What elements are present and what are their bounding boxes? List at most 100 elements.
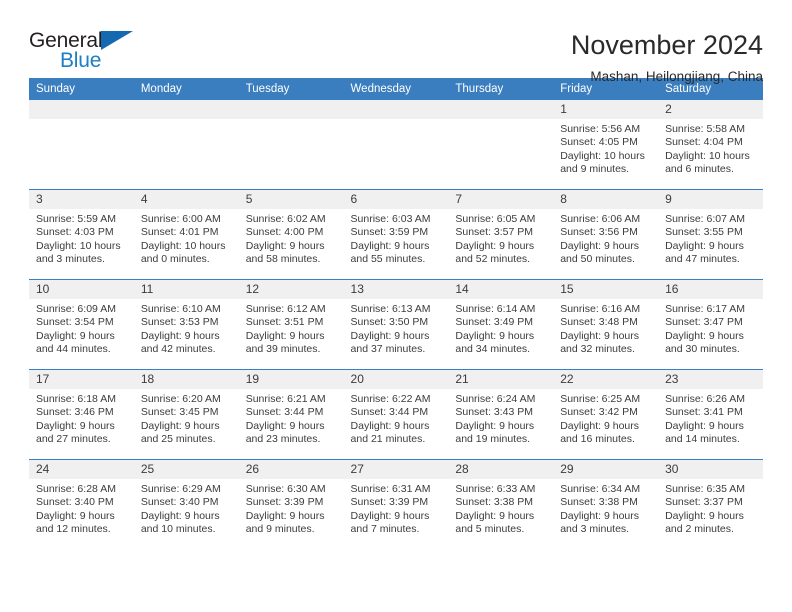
daylight-text: Daylight: 9 hours and 42 minutes. bbox=[140, 329, 220, 356]
day-cell-inner: 10 Sunrise: 6:09 AM Sunset: 3:54 PM Dayl… bbox=[29, 280, 134, 369]
day-cell[interactable]: 23 Sunrise: 6:26 AM Sunset: 3:41 PM Dayl… bbox=[658, 369, 763, 460]
day-info: Sunrise: 6:18 AM Sunset: 3:46 PM Dayligh… bbox=[29, 389, 134, 447]
day-info: Sunrise: 6:24 AM Sunset: 3:43 PM Dayligh… bbox=[448, 389, 553, 447]
day-cell[interactable]: 9 Sunrise: 6:07 AM Sunset: 3:55 PM Dayli… bbox=[658, 189, 763, 280]
sunrise-text: Sunrise: 6:29 AM bbox=[140, 483, 221, 495]
sunrise-text: Sunrise: 6:33 AM bbox=[455, 483, 536, 495]
week-row: 24 Sunrise: 6:28 AM Sunset: 3:40 PM Dayl… bbox=[29, 459, 763, 549]
day-cell[interactable]: 11 Sunrise: 6:10 AM Sunset: 3:53 PM Dayl… bbox=[133, 279, 239, 370]
general-blue-logo[interactable]: General Blue bbox=[29, 29, 147, 77]
daylight-text: Daylight: 9 hours and 23 minutes. bbox=[245, 419, 325, 446]
triangle-icon bbox=[101, 31, 133, 50]
day-cell-inner: 19 Sunrise: 6:21 AM Sunset: 3:44 PM Dayl… bbox=[238, 370, 344, 459]
day-info: Sunrise: 6:31 AM Sunset: 3:39 PM Dayligh… bbox=[344, 479, 449, 537]
day-cell[interactable]: 24 Sunrise: 6:28 AM Sunset: 3:40 PM Dayl… bbox=[29, 459, 134, 549]
day-cell[interactable]: 28 Sunrise: 6:33 AM Sunset: 3:38 PM Dayl… bbox=[448, 459, 554, 549]
day-cell[interactable]: 17 Sunrise: 6:18 AM Sunset: 3:46 PM Dayl… bbox=[29, 369, 134, 460]
sunrise-text: Sunrise: 6:10 AM bbox=[140, 303, 221, 315]
day-info: Sunrise: 6:22 AM Sunset: 3:44 PM Dayligh… bbox=[344, 389, 449, 447]
day-cell-inner: 20 Sunrise: 6:22 AM Sunset: 3:44 PM Dayl… bbox=[343, 370, 449, 459]
day-cell[interactable]: 16 Sunrise: 6:17 AM Sunset: 3:47 PM Dayl… bbox=[658, 279, 763, 370]
sunset-text: Sunset: 4:03 PM bbox=[36, 226, 114, 239]
daylight-text: Daylight: 9 hours and 52 minutes. bbox=[455, 239, 535, 266]
day-cell[interactable]: 21 Sunrise: 6:24 AM Sunset: 3:43 PM Dayl… bbox=[448, 369, 554, 460]
day-cell[interactable]: 19 Sunrise: 6:21 AM Sunset: 3:44 PM Dayl… bbox=[238, 369, 344, 460]
day-cell[interactable]: 3 Sunrise: 5:59 AM Sunset: 4:03 PM Dayli… bbox=[29, 189, 134, 280]
sunset-text: Sunset: 3:41 PM bbox=[665, 406, 743, 419]
sunrise-text: Sunrise: 6:06 AM bbox=[560, 213, 641, 225]
day-cell-inner: 15 Sunrise: 6:16 AM Sunset: 3:48 PM Dayl… bbox=[553, 280, 659, 369]
day-number: 3 bbox=[29, 190, 134, 209]
day-number: 29 bbox=[553, 460, 659, 479]
sunrise-text: Sunrise: 5:59 AM bbox=[36, 213, 116, 225]
daylight-text: Daylight: 9 hours and 5 minutes. bbox=[455, 509, 535, 536]
day-info: Sunrise: 5:59 AM Sunset: 4:03 PM Dayligh… bbox=[29, 209, 134, 267]
day-cell[interactable]: 2 Sunrise: 5:58 AM Sunset: 4:04 PM Dayli… bbox=[658, 100, 763, 190]
sunset-text: Sunset: 3:44 PM bbox=[245, 406, 324, 419]
day-info: Sunrise: 6:05 AM Sunset: 3:57 PM Dayligh… bbox=[448, 209, 553, 267]
day-number: 21 bbox=[448, 370, 554, 389]
day-number bbox=[133, 100, 239, 119]
day-cell[interactable]: 18 Sunrise: 6:20 AM Sunset: 3:45 PM Dayl… bbox=[133, 369, 239, 460]
sunrise-text: Sunrise: 6:26 AM bbox=[665, 393, 746, 405]
day-cell[interactable] bbox=[343, 100, 449, 190]
sunrise-text: Sunrise: 6:12 AM bbox=[245, 303, 326, 315]
day-cell-inner: 3 Sunrise: 5:59 AM Sunset: 4:03 PM Dayli… bbox=[29, 190, 134, 279]
day-number: 27 bbox=[343, 460, 449, 479]
sunset-text: Sunset: 3:37 PM bbox=[665, 496, 743, 509]
calendar-table: Sunday Monday Tuesday Wednesday Thursday… bbox=[29, 78, 763, 549]
day-cell[interactable]: 7 Sunrise: 6:05 AM Sunset: 3:57 PM Dayli… bbox=[448, 189, 554, 280]
day-cell[interactable]: 30 Sunrise: 6:35 AM Sunset: 3:37 PM Dayl… bbox=[658, 459, 763, 549]
day-number: 14 bbox=[448, 280, 554, 299]
day-cell[interactable]: 15 Sunrise: 6:16 AM Sunset: 3:48 PM Dayl… bbox=[553, 279, 659, 370]
daylight-text: Daylight: 9 hours and 9 minutes. bbox=[245, 509, 325, 536]
day-cell[interactable]: 26 Sunrise: 6:30 AM Sunset: 3:39 PM Dayl… bbox=[238, 459, 344, 549]
sunset-text: Sunset: 3:39 PM bbox=[245, 496, 324, 509]
day-number: 28 bbox=[448, 460, 554, 479]
day-cell[interactable]: 5 Sunrise: 6:02 AM Sunset: 4:00 PM Dayli… bbox=[238, 189, 344, 280]
day-cell[interactable]: 25 Sunrise: 6:29 AM Sunset: 3:40 PM Dayl… bbox=[133, 459, 239, 549]
day-cell-inner: 30 Sunrise: 6:35 AM Sunset: 3:37 PM Dayl… bbox=[658, 460, 763, 549]
day-info: Sunrise: 6:06 AM Sunset: 3:56 PM Dayligh… bbox=[553, 209, 658, 267]
day-cell[interactable]: 1 Sunrise: 5:56 AM Sunset: 4:05 PM Dayli… bbox=[553, 100, 659, 190]
day-cell[interactable]: 29 Sunrise: 6:34 AM Sunset: 3:38 PM Dayl… bbox=[553, 459, 659, 549]
week-row: 17 Sunrise: 6:18 AM Sunset: 3:46 PM Dayl… bbox=[29, 369, 763, 460]
day-cell-inner bbox=[238, 100, 344, 189]
day-number: 19 bbox=[238, 370, 344, 389]
day-cell[interactable]: 12 Sunrise: 6:12 AM Sunset: 3:51 PM Dayl… bbox=[238, 279, 344, 370]
day-number: 18 bbox=[133, 370, 239, 389]
day-cell[interactable] bbox=[448, 100, 554, 190]
day-cell[interactable]: 22 Sunrise: 6:25 AM Sunset: 3:42 PM Dayl… bbox=[553, 369, 659, 460]
sunset-text: Sunset: 3:57 PM bbox=[455, 226, 534, 239]
day-cell[interactable]: 13 Sunrise: 6:13 AM Sunset: 3:50 PM Dayl… bbox=[343, 279, 449, 370]
day-number: 26 bbox=[238, 460, 344, 479]
day-info: Sunrise: 6:03 AM Sunset: 3:59 PM Dayligh… bbox=[344, 209, 449, 267]
sunrise-text: Sunrise: 6:03 AM bbox=[350, 213, 431, 225]
day-cell-inner: 2 Sunrise: 5:58 AM Sunset: 4:04 PM Dayli… bbox=[658, 100, 763, 189]
day-info: Sunrise: 6:14 AM Sunset: 3:49 PM Dayligh… bbox=[448, 299, 553, 357]
daylight-text: Daylight: 9 hours and 21 minutes. bbox=[350, 419, 430, 446]
day-cell[interactable]: 27 Sunrise: 6:31 AM Sunset: 3:39 PM Dayl… bbox=[343, 459, 449, 549]
day-cell-inner bbox=[29, 100, 134, 189]
page-header: General Blue November 2024 Mashan, Heilo… bbox=[29, 0, 763, 84]
day-cell[interactable]: 20 Sunrise: 6:22 AM Sunset: 3:44 PM Dayl… bbox=[343, 369, 449, 460]
day-cell[interactable]: 14 Sunrise: 6:14 AM Sunset: 3:49 PM Dayl… bbox=[448, 279, 554, 370]
day-number: 4 bbox=[133, 190, 239, 209]
day-info: Sunrise: 6:30 AM Sunset: 3:39 PM Dayligh… bbox=[239, 479, 344, 537]
daylight-text: Daylight: 9 hours and 47 minutes. bbox=[665, 239, 744, 266]
day-cell[interactable] bbox=[238, 100, 344, 190]
day-cell[interactable]: 8 Sunrise: 6:06 AM Sunset: 3:56 PM Dayli… bbox=[553, 189, 659, 280]
day-cell[interactable] bbox=[133, 100, 239, 190]
day-cell[interactable]: 10 Sunrise: 6:09 AM Sunset: 3:54 PM Dayl… bbox=[29, 279, 134, 370]
week-row: 10 Sunrise: 6:09 AM Sunset: 3:54 PM Dayl… bbox=[29, 279, 763, 370]
day-cell[interactable] bbox=[29, 100, 134, 190]
day-info: Sunrise: 6:10 AM Sunset: 3:53 PM Dayligh… bbox=[134, 299, 239, 357]
sunset-text: Sunset: 3:38 PM bbox=[455, 496, 534, 509]
sunset-text: Sunset: 4:00 PM bbox=[245, 226, 324, 239]
day-number: 12 bbox=[238, 280, 344, 299]
page-title: November 2024 bbox=[570, 30, 763, 60]
day-cell[interactable]: 6 Sunrise: 6:03 AM Sunset: 3:59 PM Dayli… bbox=[343, 189, 449, 280]
day-info: Sunrise: 6:33 AM Sunset: 3:38 PM Dayligh… bbox=[448, 479, 553, 537]
day-cell[interactable]: 4 Sunrise: 6:00 AM Sunset: 4:01 PM Dayli… bbox=[133, 189, 239, 280]
daylight-text: Daylight: 9 hours and 34 minutes. bbox=[455, 329, 535, 356]
